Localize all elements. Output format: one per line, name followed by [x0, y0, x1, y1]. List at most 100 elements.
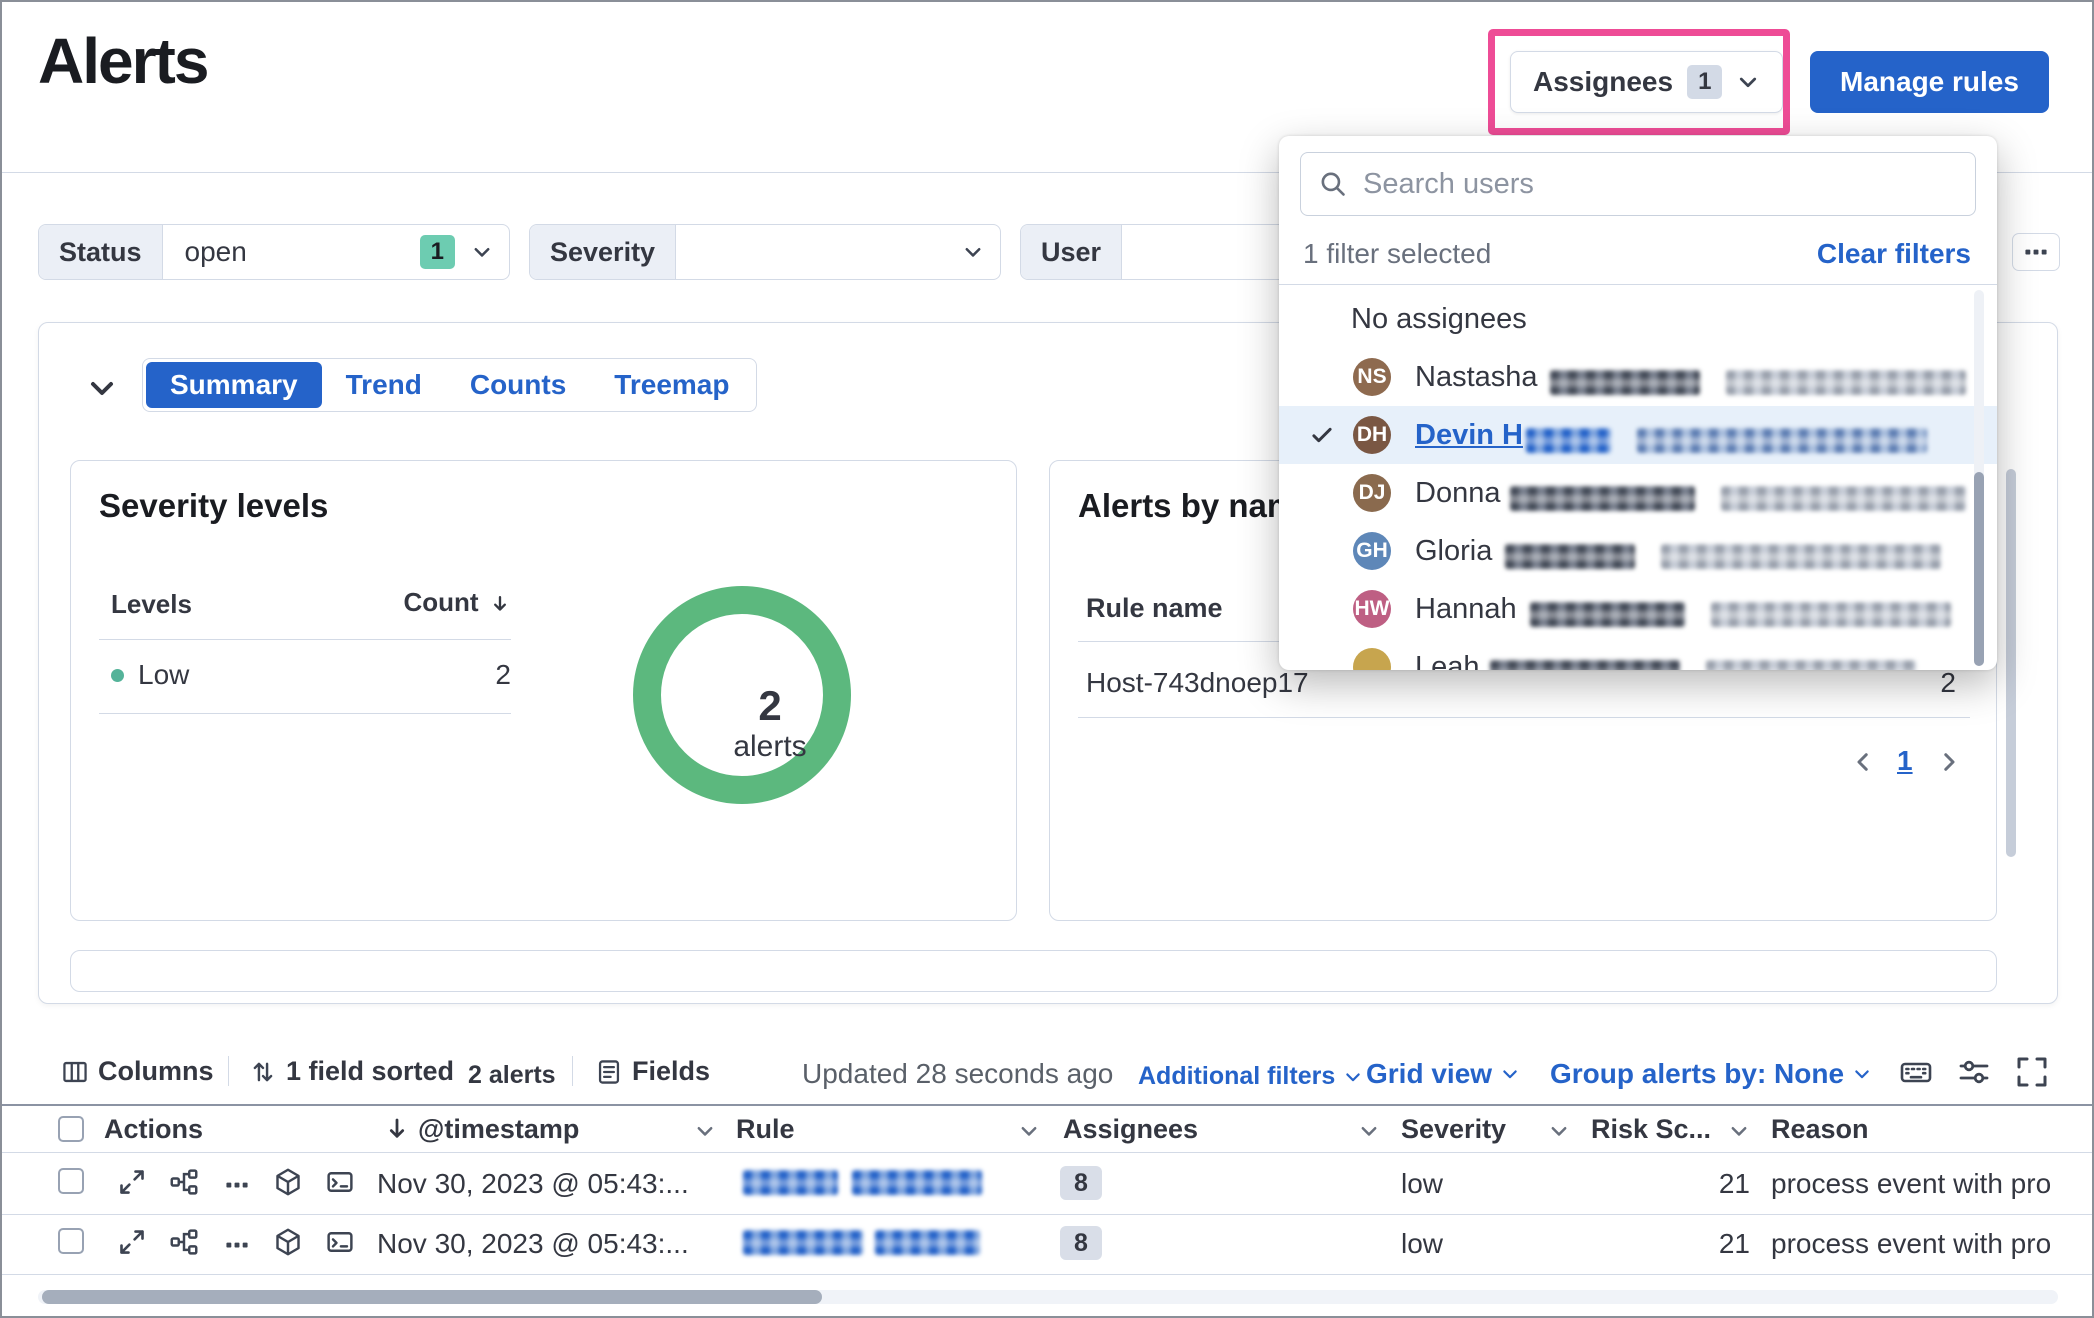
- status-filter-count-badge: 1: [420, 235, 455, 269]
- chevron-down-icon: [1500, 1064, 1520, 1084]
- tab-counts[interactable]: Counts: [446, 362, 590, 408]
- timestamp-sort-arrow-icon: [384, 1116, 410, 1142]
- status-filter[interactable]: Status open 1: [38, 224, 510, 280]
- user-search-box: [1300, 152, 1976, 216]
- chevron-down-icon: [1343, 1067, 1363, 1087]
- redacted-text: [1530, 602, 1685, 627]
- redacted-text: [1721, 486, 1966, 511]
- redacted-text: [1526, 428, 1611, 453]
- page-title: Alerts: [38, 24, 207, 98]
- popover-scrollbar-thumb[interactable]: [1974, 472, 1984, 666]
- filter-selected-status: 1 filter selected: [1303, 238, 1491, 270]
- collapsed-subpanel: [70, 950, 1997, 992]
- additional-filters-label: Additional filters: [1138, 1062, 1335, 1091]
- inspect-controls-icon[interactable]: [1958, 1056, 1990, 1088]
- option-user-donna[interactable]: DJ Donna: [1279, 464, 1997, 522]
- low-severity-dot: [111, 669, 124, 682]
- chevron-down-icon[interactable]: [1548, 1120, 1570, 1142]
- open-analyzer-icon[interactable]: [170, 1168, 198, 1196]
- severity-levels-card: Severity levels Levels Count Low 2 2 ale…: [70, 460, 1017, 921]
- check-icon: [1309, 422, 1335, 448]
- sort-fields-icon: [250, 1059, 276, 1085]
- avatar: DH: [1353, 416, 1391, 454]
- column-header-rule[interactable]: Rule: [736, 1114, 795, 1145]
- columns-button[interactable]: Columns: [62, 1056, 214, 1087]
- keyboard-shortcuts-icon[interactable]: [1900, 1056, 1932, 1088]
- pagination-prev-icon[interactable]: [1850, 749, 1876, 775]
- option-user-leah[interactable]: Leah: [1279, 638, 1997, 670]
- column-header-timestamp[interactable]: @timestamp: [418, 1114, 579, 1145]
- collapse-charts-chevron-icon[interactable]: [86, 372, 118, 404]
- option-user-gloria[interactable]: GH Gloria: [1279, 522, 1997, 580]
- session-view-console-icon[interactable]: [326, 1228, 354, 1256]
- boxes-horizontal-icon: [2023, 239, 2049, 265]
- rule-count-cell: 2: [1940, 667, 1956, 699]
- search-users-input[interactable]: [1361, 167, 1957, 202]
- expand-alert-icon[interactable]: [118, 1168, 146, 1196]
- row-checkbox[interactable]: [58, 1168, 84, 1194]
- tab-trend[interactable]: Trend: [322, 362, 446, 408]
- sort-arrow-down-icon: [489, 593, 511, 615]
- row-checkbox[interactable]: [58, 1228, 84, 1254]
- chevron-down-icon[interactable]: [1358, 1120, 1380, 1142]
- pagination-next-icon[interactable]: [1936, 749, 1962, 775]
- redacted-text: [875, 1230, 980, 1255]
- column-header-assignees[interactable]: Assignees: [1063, 1114, 1198, 1145]
- chevron-down-icon[interactable]: [694, 1120, 716, 1142]
- session-view-console-icon[interactable]: [326, 1168, 354, 1196]
- option-no-assignees[interactable]: No assignees: [1279, 290, 1997, 348]
- redacted-text: [1490, 660, 1680, 670]
- page-scrollbar-thumb[interactable]: [2006, 469, 2016, 857]
- fullscreen-icon[interactable]: [2016, 1056, 2048, 1088]
- rule-cell[interactable]: [743, 1230, 980, 1255]
- fields-button[interactable]: Fields: [596, 1056, 710, 1087]
- severity-filter[interactable]: Severity: [529, 224, 1001, 280]
- option-user-nastasha[interactable]: NS Nastasha: [1279, 348, 1997, 406]
- expand-alert-icon[interactable]: [118, 1228, 146, 1256]
- annotation-highlight-box: [1488, 29, 1790, 135]
- timestamp-cell: Nov 30, 2023 @ 05:43:...: [377, 1228, 689, 1260]
- pagination-page-1[interactable]: 1: [1897, 745, 1913, 777]
- reason-cell: process event with pro: [1771, 1228, 2093, 1260]
- group-alerts-by-button[interactable]: Group alerts by: None: [1550, 1058, 1872, 1090]
- clear-filters-link[interactable]: Clear filters: [1817, 238, 1971, 270]
- more-actions-icon[interactable]: [224, 1172, 250, 1198]
- alerts-count-label: 2 alerts: [468, 1061, 556, 1090]
- redacted-text: [1510, 486, 1695, 511]
- donut-total-label: alerts: [733, 730, 806, 764]
- manage-rules-button[interactable]: Manage rules: [1810, 51, 2049, 113]
- severity-cell: low: [1401, 1168, 1443, 1200]
- alerts-page: Alerts Assignees 1 Manage rules Status o…: [0, 0, 2094, 1318]
- select-all-checkbox[interactable]: [58, 1116, 84, 1142]
- updated-timestamp-label: Updated 28 seconds ago: [802, 1058, 1113, 1090]
- redacted-text: [1505, 544, 1635, 569]
- option-user-devin[interactable]: DH Devin H: [1279, 406, 1997, 464]
- risk-score-cell: 21: [1700, 1168, 1750, 1200]
- more-filters-button[interactable]: [2012, 233, 2060, 271]
- chevron-down-icon[interactable]: [1728, 1120, 1750, 1142]
- additional-filters-button[interactable]: Additional filters: [1138, 1062, 1363, 1091]
- tab-treemap[interactable]: Treemap: [590, 362, 753, 408]
- timestamp-cell: Nov 30, 2023 @ 05:43:...: [377, 1168, 689, 1200]
- horizontal-scrollbar-thumb[interactable]: [42, 1290, 822, 1304]
- option-user-hannah[interactable]: HW Hannah: [1279, 580, 1997, 638]
- column-header-severity[interactable]: Severity: [1401, 1114, 1506, 1145]
- osquery-package-icon[interactable]: [274, 1168, 302, 1196]
- redacted-text: [852, 1170, 982, 1195]
- chevron-down-icon[interactable]: [1018, 1120, 1040, 1142]
- tab-summary[interactable]: Summary: [146, 362, 322, 408]
- assignees-count-cell: 8: [1060, 1166, 1102, 1200]
- column-header-risk-score[interactable]: Risk Sc...: [1591, 1114, 1711, 1145]
- severity-card-title: Severity levels: [99, 487, 328, 525]
- more-actions-icon[interactable]: [224, 1232, 250, 1258]
- column-header-reason: Reason: [1771, 1114, 1869, 1145]
- open-analyzer-icon[interactable]: [170, 1228, 198, 1256]
- rule-cell[interactable]: [743, 1170, 982, 1195]
- group-alerts-by-label: Group alerts by: None: [1550, 1058, 1844, 1090]
- sorted-fields-button[interactable]: 1 field sorted: [250, 1056, 454, 1087]
- grid-view-button[interactable]: Grid view: [1366, 1058, 1520, 1090]
- osquery-package-icon[interactable]: [274, 1228, 302, 1256]
- avatar: NS: [1353, 358, 1391, 396]
- severity-level-label: Low: [138, 659, 189, 691]
- grid-view-label: Grid view: [1366, 1058, 1492, 1090]
